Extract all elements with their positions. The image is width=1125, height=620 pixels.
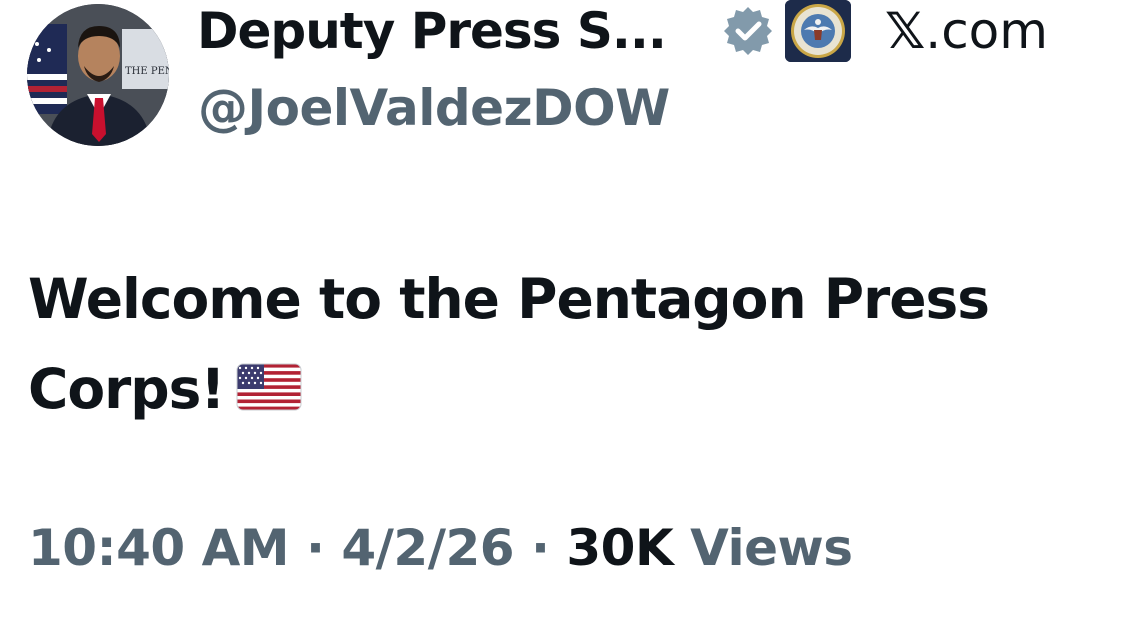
avatar-sign-text: THE PEN (125, 66, 169, 77)
tweet-date[interactable]: 4/2/26 (341, 519, 514, 577)
avatar-photo: THE PEN (27, 4, 169, 146)
avatar[interactable]: THE PEN (27, 4, 169, 146)
meta-separator: · (530, 519, 550, 577)
verified-badge-icon (722, 5, 774, 57)
username-handle[interactable]: @JoelValdezDOW (198, 78, 670, 138)
site-label: .com (925, 2, 1048, 60)
x-com-label: 𝕏.com (885, 0, 1048, 62)
views-count[interactable]: 30K (566, 519, 673, 577)
tweet-body: Welcome to the Pentagon Press Corps! (28, 267, 990, 421)
display-name[interactable]: Deputy Press S... (197, 0, 667, 62)
tweet-time[interactable]: 10:40 AM (28, 519, 290, 577)
us-flag-emoji (236, 348, 302, 411)
views-label: Views (690, 519, 853, 577)
tweet-text: Welcome to the Pentagon Press Corps! (28, 254, 1108, 434)
department-seal-icon[interactable] (785, 0, 851, 62)
tweet-meta: 10:40 AM · 4/2/26 · 30K Views (28, 515, 853, 581)
meta-separator: · (305, 519, 325, 577)
x-logo-icon: 𝕏 (885, 2, 926, 60)
